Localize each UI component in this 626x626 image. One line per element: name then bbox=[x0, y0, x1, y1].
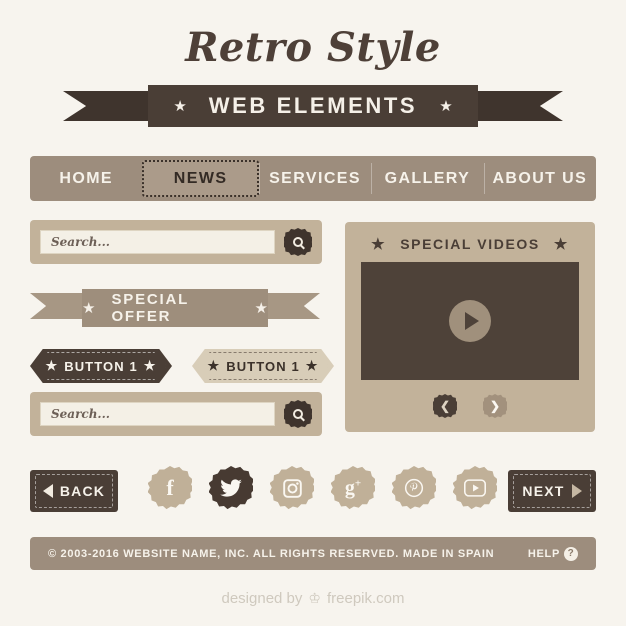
special-videos-panel: ★ SPECIAL VIDEOS ★ ❮ ❯ bbox=[345, 222, 595, 432]
star-icon: ★ bbox=[439, 97, 453, 115]
social-facebook-button[interactable]: f bbox=[148, 466, 192, 510]
help-link[interactable]: HELP ? bbox=[527, 546, 578, 561]
star-icon: ★ bbox=[45, 358, 59, 373]
question-mark-icon: ? bbox=[564, 546, 578, 561]
search-button-top[interactable] bbox=[284, 228, 312, 256]
star-icon: ★ bbox=[143, 358, 157, 373]
freepik-attribution: designed by ♔ freepik.com bbox=[0, 590, 626, 607]
search-button-bottom[interactable] bbox=[284, 400, 312, 428]
twitter-icon bbox=[220, 479, 242, 497]
video-title-label: SPECIAL VIDEOS bbox=[400, 236, 540, 252]
button-one-light-label: BUTTON 1 bbox=[226, 358, 300, 374]
special-offer-ribbon: ★ SPECIAL OFFER ★ bbox=[30, 289, 320, 327]
instagram-icon bbox=[282, 478, 303, 499]
social-links: f g+ bbox=[148, 466, 497, 510]
search-bar-bottom: Search... bbox=[30, 392, 322, 436]
play-button[interactable] bbox=[449, 300, 491, 342]
help-label: HELP bbox=[527, 547, 560, 560]
header-ribbon: ★ WEB ELEMENTS ★ bbox=[63, 85, 563, 127]
video-panel-title: ★ SPECIAL VIDEOS ★ bbox=[361, 236, 579, 252]
next-button[interactable]: NEXT bbox=[508, 470, 596, 512]
button-one-dark[interactable]: ★ BUTTON 1 ★ bbox=[30, 349, 172, 383]
offer-label: SPECIAL OFFER bbox=[111, 291, 189, 325]
arrow-left-icon bbox=[42, 484, 53, 498]
back-button-label: BACK bbox=[59, 483, 106, 499]
nav-item-services[interactable]: SERVICES bbox=[258, 156, 371, 201]
star-icon: ★ bbox=[305, 358, 319, 373]
offer-center-panel: ★ SPECIAL OFFER ★ bbox=[82, 289, 268, 327]
video-screen[interactable] bbox=[361, 262, 579, 380]
search-icon bbox=[293, 409, 303, 419]
star-icon: ★ bbox=[553, 235, 569, 253]
retro-ui-kit-canvas: Retro Style ★ WEB ELEMENTS ★ HOME NEWS S… bbox=[0, 0, 626, 626]
pinterest-icon bbox=[404, 478, 424, 498]
back-button[interactable]: BACK bbox=[30, 470, 118, 512]
star-icon: ★ bbox=[82, 299, 96, 317]
star-icon: ★ bbox=[207, 358, 221, 373]
social-youtube-button[interactable] bbox=[453, 466, 497, 510]
star-icon: ★ bbox=[173, 97, 187, 115]
facebook-icon: f bbox=[166, 475, 174, 500]
star-icon: ★ bbox=[371, 235, 387, 253]
button-one-dark-label: BUTTON 1 bbox=[64, 358, 138, 374]
search-icon bbox=[293, 237, 303, 247]
video-prev-button[interactable]: ❮ bbox=[433, 394, 457, 418]
video-pager: ❮ ❯ bbox=[361, 394, 579, 418]
social-instagram-button[interactable] bbox=[270, 466, 314, 510]
ribbon-center-panel: ★ WEB ELEMENTS ★ bbox=[148, 85, 478, 127]
social-googleplus-button[interactable]: g+ bbox=[331, 466, 375, 510]
footer-bar: © 2003-2016 WEBSITE NAME, INC. ALL RIGHT… bbox=[30, 537, 596, 570]
arrow-right-icon bbox=[571, 484, 582, 498]
nav-item-gallery[interactable]: GALLERY bbox=[371, 156, 483, 201]
page-title: Retro Style bbox=[185, 24, 441, 71]
play-icon bbox=[465, 312, 479, 330]
ribbon-label: WEB ELEMENTS bbox=[208, 93, 418, 118]
social-pinterest-button[interactable] bbox=[392, 466, 436, 510]
crown-icon: ♔ bbox=[308, 590, 321, 606]
nav-item-news[interactable]: NEWS bbox=[142, 160, 259, 197]
search-input-top[interactable]: Search... bbox=[40, 230, 275, 254]
nav-item-home[interactable]: HOME bbox=[30, 156, 142, 201]
main-navigation: HOME NEWS SERVICES GALLERY ABOUT US bbox=[30, 156, 596, 201]
social-twitter-button[interactable] bbox=[209, 466, 253, 510]
google-plus-icon: g+ bbox=[344, 477, 362, 499]
attribution-prefix: designed by bbox=[221, 590, 303, 607]
attribution-brand: freepik.com bbox=[326, 590, 405, 607]
youtube-icon bbox=[464, 479, 486, 497]
nav-item-about-us[interactable]: ABOUT US bbox=[483, 156, 596, 201]
search-input-bottom[interactable]: Search... bbox=[40, 402, 275, 426]
next-button-label: NEXT bbox=[522, 483, 565, 499]
star-icon: ★ bbox=[254, 299, 268, 317]
copyright-text: © 2003-2016 WEBSITE NAME, INC. ALL RIGHT… bbox=[48, 547, 495, 560]
button-one-light[interactable]: ★ BUTTON 1 ★ bbox=[192, 349, 334, 383]
search-bar-top: Search... bbox=[30, 220, 322, 264]
video-next-button[interactable]: ❯ bbox=[483, 394, 507, 418]
